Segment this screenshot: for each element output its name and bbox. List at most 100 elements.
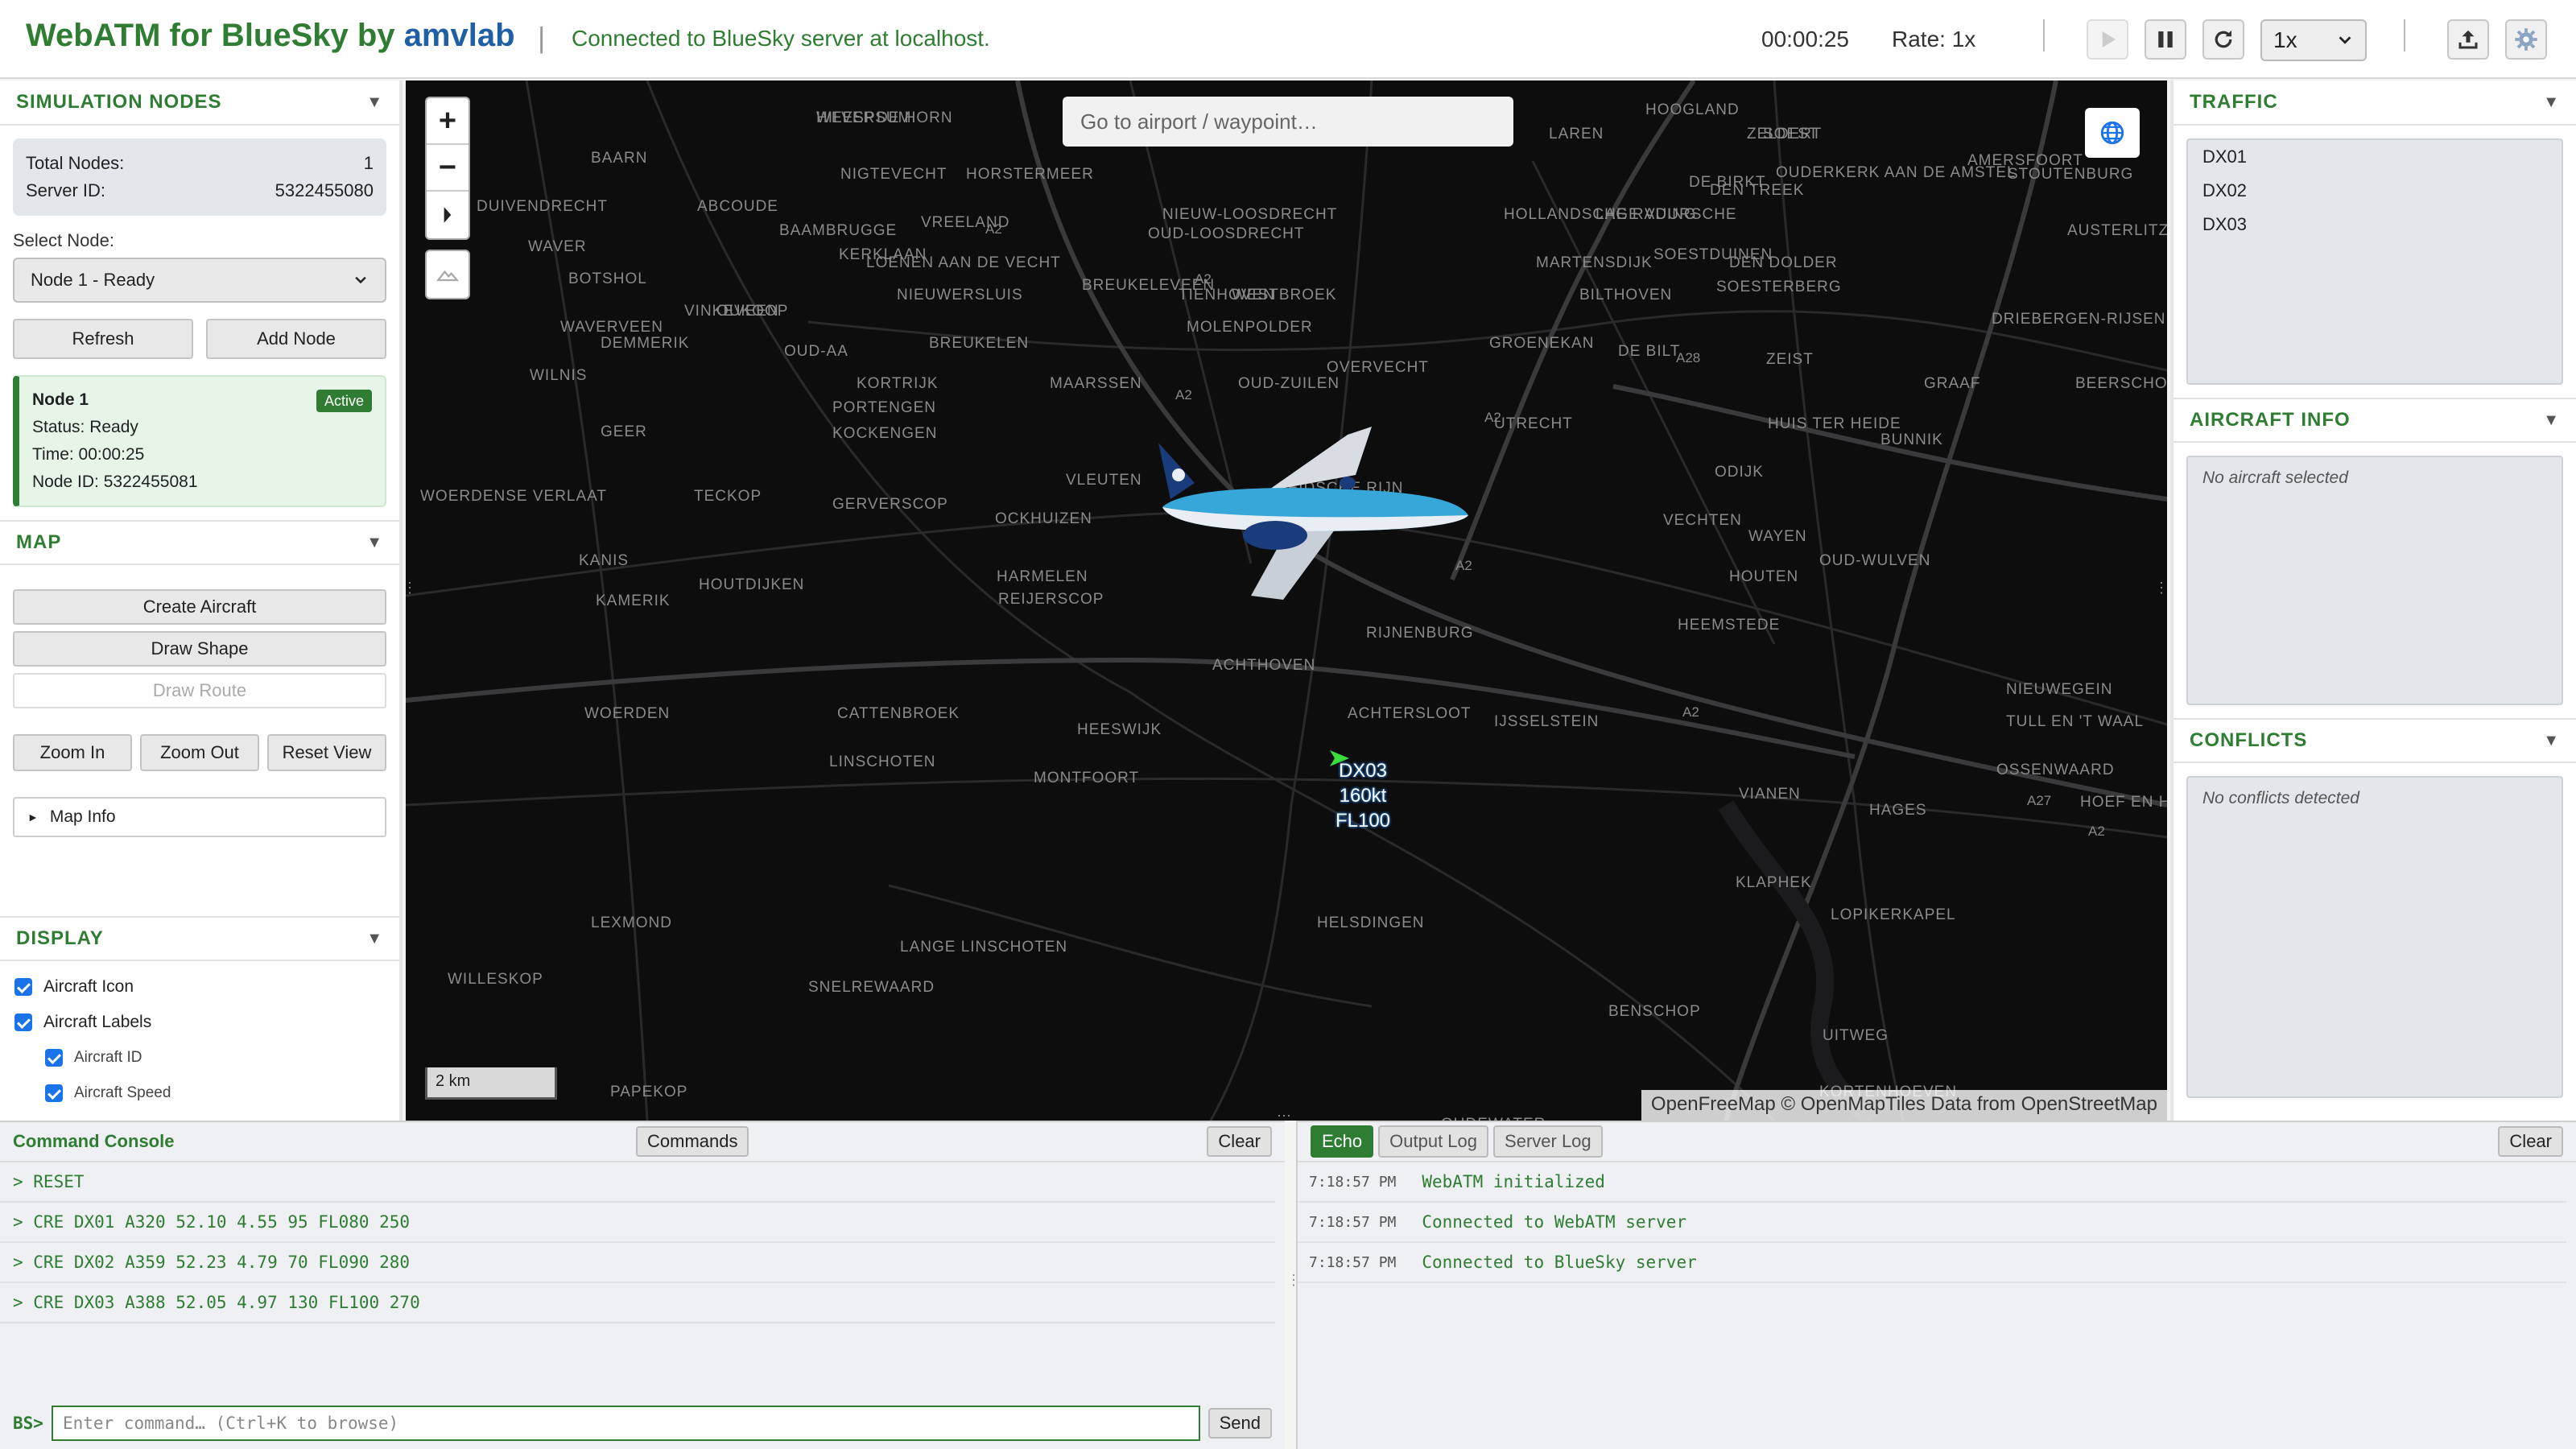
total-nodes-value: 1 xyxy=(363,153,374,173)
place-label: WESTBROEK xyxy=(1232,287,1336,303)
collapse-icon[interactable]: ▼ xyxy=(366,534,383,552)
aircraft-label-alt: FL100 xyxy=(1335,810,1391,832)
traffic-item[interactable]: DX01 xyxy=(2188,140,2562,174)
compass-button[interactable] xyxy=(427,192,469,238)
sim-nodes-header[interactable]: SIMULATION NODES ▼ xyxy=(0,80,399,126)
log-tabs: Echo Output Log Server Log xyxy=(1311,1125,1603,1158)
tab-output-log[interactable]: Output Log xyxy=(1378,1125,1489,1158)
place-label: NIGTEVECHT xyxy=(840,166,947,183)
traffic-title: TRAFFIC xyxy=(2190,91,2278,113)
upload-button[interactable] xyxy=(2447,19,2489,60)
log-clear-button[interactable]: Clear xyxy=(2498,1126,2563,1157)
display-section-header[interactable]: DISPLAY ▼ xyxy=(0,916,399,961)
resize-handle[interactable]: ⋮ xyxy=(406,580,417,597)
node-select[interactable]: Node 1 - Ready xyxy=(13,258,386,303)
checkbox[interactable] xyxy=(14,978,32,996)
place-label: BOTSHOL xyxy=(568,270,647,287)
traffic-item[interactable]: DX02 xyxy=(2188,174,2562,208)
checkbox[interactable] xyxy=(45,1084,63,1102)
log-entry: 7:18:57 PM Connected to WebATM server xyxy=(1298,1203,2566,1243)
map-canvas[interactable]: WEESP DE HORNNIGTEVECHT HORSTERMEERVREELAN… xyxy=(406,80,2167,1121)
zoom-in-button[interactable]: Zoom In xyxy=(13,734,132,771)
place-label: STOUTENBURG xyxy=(2008,166,2133,183)
commands-button[interactable]: Commands xyxy=(636,1126,749,1157)
draw-route-button[interactable]: Draw Route xyxy=(13,673,386,708)
console-clear-button[interactable]: Clear xyxy=(1207,1126,1272,1157)
aircraft-icon-option[interactable]: Aircraft Icon xyxy=(0,969,399,1005)
aircraft-speed-option[interactable]: Aircraft Speed xyxy=(0,1075,399,1111)
map-zoom-in-button[interactable]: + xyxy=(427,98,469,145)
conflicts-empty: No conflicts detected xyxy=(2202,789,2359,807)
terrain-control xyxy=(425,250,470,299)
place-label: BUNNIK xyxy=(1880,431,1943,448)
road-label: A2 xyxy=(985,221,1002,237)
collapse-icon[interactable]: ▼ xyxy=(2543,93,2560,112)
collapse-icon[interactable]: ▼ xyxy=(2543,411,2560,430)
map-attribution[interactable]: OpenFreeMap © OpenMapTiles Data from Ope… xyxy=(1641,1090,2167,1121)
send-button[interactable]: Send xyxy=(1208,1408,1272,1439)
traffic-item[interactable]: DX03 xyxy=(2188,208,2562,242)
place-label: MONTFOORT xyxy=(1034,770,1139,786)
collapse-icon[interactable]: ▼ xyxy=(366,93,383,112)
pause-button[interactable] xyxy=(2145,19,2186,60)
place-label: VLEUTEN xyxy=(1066,472,1142,489)
speed-select[interactable]: 1x xyxy=(2260,19,2367,61)
zoom-out-button[interactable]: Zoom Out xyxy=(140,734,259,771)
terrain-button[interactable] xyxy=(427,251,469,298)
top-header: WebATM for BlueSky by amvlab | Connected… xyxy=(0,0,2576,79)
place-label: TULL EN 'T WAAL xyxy=(2006,713,2144,730)
place-label: DEMMERIK xyxy=(601,335,689,352)
triangle-right-icon: ► xyxy=(27,811,39,824)
map-view[interactable]: WEESP DE HORN NIGTEVECHT HORSTERMEER VREELAN… xyxy=(406,80,2167,1121)
place-label: WILNIS xyxy=(530,367,587,384)
node-summary: Total Nodes: 1 Server ID: 5322455080 xyxy=(13,138,386,216)
collapse-icon[interactable]: ▼ xyxy=(366,930,383,948)
refresh-nodes-button[interactable]: Refresh xyxy=(13,319,193,359)
place-label: NIEUWEGEIN xyxy=(2006,681,2112,698)
place-label: HILVERSUM xyxy=(816,109,911,126)
command-input[interactable]: Enter command… (Ctrl+K to browse) xyxy=(51,1406,1200,1441)
aircraft-label[interactable]: DX03 160kt FL100 xyxy=(1330,758,1396,833)
upload-icon xyxy=(2458,30,2478,49)
tab-server-log[interactable]: Server Log xyxy=(1493,1125,1603,1158)
place-label: OCKHUIZEN xyxy=(995,510,1092,527)
header-divider xyxy=(2404,19,2405,52)
place-label: LAGE VUURSCHE xyxy=(1596,206,1737,223)
node-card[interactable]: Node 1 Active Status: Ready Time: 00:00:… xyxy=(13,375,386,507)
map-zoom-out-button[interactable]: − xyxy=(427,145,469,192)
reset-view-button[interactable]: Reset View xyxy=(267,734,386,771)
collapse-icon[interactable]: ▼ xyxy=(2543,732,2560,750)
place-label: HOUTDIJKEN xyxy=(699,576,804,593)
traffic-list: DX01 DX02 DX03 xyxy=(2186,138,2563,385)
traffic-header[interactable]: TRAFFIC ▼ xyxy=(2174,80,2576,126)
reset-button[interactable] xyxy=(2202,19,2244,60)
checkbox[interactable] xyxy=(14,1013,32,1031)
panel-resize-handle[interactable]: ⋯ xyxy=(1277,1108,1291,1125)
map-search-input[interactable]: Go to airport / waypoint… xyxy=(1063,97,1513,147)
checkbox[interactable] xyxy=(45,1049,63,1067)
log-message: WebATM initialized xyxy=(1422,1172,1605,1191)
conflicts-header[interactable]: CONFLICTS ▼ xyxy=(2174,718,2576,763)
settings-button[interactable] xyxy=(2505,19,2547,60)
place-label: KAMERIK xyxy=(596,592,671,609)
place-label: HUIS TER HEIDE xyxy=(1768,415,1901,432)
globe-button[interactable] xyxy=(2085,108,2140,158)
play-button[interactable] xyxy=(2087,19,2128,60)
console-header: Command Console Commands Clear xyxy=(0,1122,1285,1162)
aircraft-id-option[interactable]: Aircraft ID xyxy=(0,1040,399,1075)
place-label: WOERDEN xyxy=(584,705,670,722)
map-section-header[interactable]: MAP ▼ xyxy=(0,520,399,565)
place-label: ZEIST xyxy=(1766,351,1814,368)
place-label: WOERDENSE VERLAAT xyxy=(420,488,607,505)
aircraft-labels-option[interactable]: Aircraft Labels xyxy=(0,1005,399,1040)
add-node-button[interactable]: Add Node xyxy=(206,319,386,359)
place-label: BENSCHOP xyxy=(1608,1003,1701,1020)
place-label: WAYEN xyxy=(1748,528,1807,545)
create-aircraft-button[interactable]: Create Aircraft xyxy=(13,589,386,625)
aircraft-3d-model[interactable] xyxy=(1158,427,1468,600)
tab-echo[interactable]: Echo xyxy=(1311,1125,1374,1158)
resize-handle[interactable]: ⋮ xyxy=(2154,580,2167,597)
aircraft-info-header[interactable]: AIRCRAFT INFO ▼ xyxy=(2174,398,2576,443)
draw-shape-button[interactable]: Draw Shape xyxy=(13,631,386,667)
map-info-toggle[interactable]: ► Map Info xyxy=(13,797,386,837)
